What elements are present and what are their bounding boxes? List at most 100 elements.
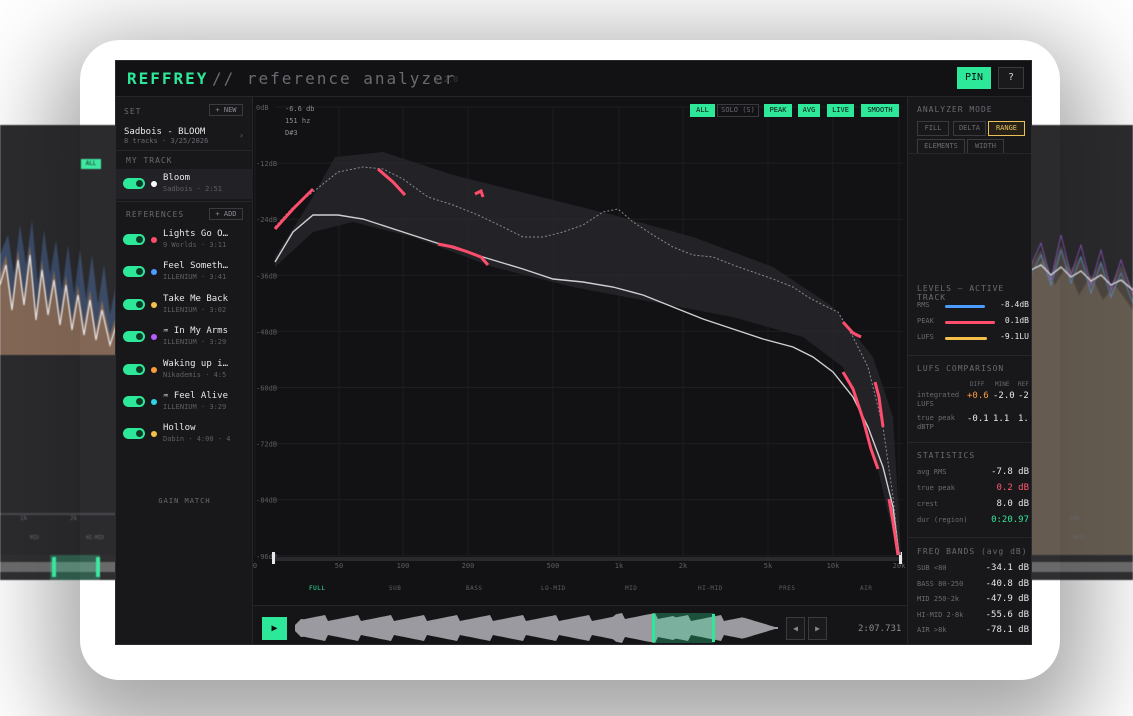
help-button[interactable]: ?: [998, 67, 1024, 89]
reference-track-row[interactable]: Lights Go O… 9 Worlds · 3:11: [116, 225, 253, 255]
stat-label: crest: [917, 500, 939, 508]
band-tab-sub[interactable]: SUB: [389, 585, 401, 592]
level-label: LUFS: [917, 333, 934, 341]
option-avg-button[interactable]: AVG: [798, 104, 820, 117]
mode-elements-button[interactable]: ELEMENTS: [917, 139, 965, 154]
freq-band-value: -78.1 dB: [985, 625, 1029, 635]
loop-end-handle: [712, 614, 715, 642]
main-window: REFFREY // reference analyzer 1.2.0 PIN …: [115, 60, 1032, 645]
lufs-row-label: true peak dBTP: [917, 414, 955, 431]
waveform-scrubber[interactable]: [295, 613, 780, 643]
reference-track-row[interactable]: ♒ Feel Alive ILLENIUM · 3:29: [116, 387, 253, 417]
track-toggle[interactable]: [123, 298, 145, 310]
x-tick-label: 1k: [615, 562, 624, 570]
cursor-db-readout: -6.6 db: [285, 105, 315, 113]
y-tick-label: -36dB: [256, 272, 277, 280]
band-tab-pres[interactable]: PRES: [779, 585, 795, 592]
background-window-left: ALL 1k 2k MID HI-MID: [0, 125, 118, 580]
track-name: ♒ In My Arms: [163, 326, 229, 337]
freq-band-value: -55.6 dB: [985, 609, 1029, 620]
reference-track-row[interactable]: Hollow Dabin · 4:00 · 4: [116, 419, 253, 449]
left-panel: SET + NEW Sadbois - BLOOM 8 tracks · 3/2…: [116, 97, 253, 644]
my-track-row[interactable]: Bloom Sadbois · 2:51: [116, 169, 253, 199]
track-toggle[interactable]: [123, 396, 145, 407]
option-peak-button[interactable]: PEAK: [764, 104, 792, 117]
set-name[interactable]: Sadbois - BLOOM: [124, 127, 205, 137]
band-tab-air[interactable]: AIR: [860, 585, 872, 592]
band-tab-hi-mid[interactable]: HI-MID: [698, 585, 723, 592]
background-spectrum-left: [0, 220, 118, 580]
set-label: SET: [124, 107, 142, 116]
x-tick-label: 5k: [764, 562, 773, 570]
y-tick-label: -60dB: [256, 385, 277, 393]
play-button[interactable]: ▶: [262, 617, 287, 640]
app-name: REFFREY: [127, 69, 209, 88]
band-tab-lo-mid[interactable]: LO-MID: [541, 585, 566, 592]
mode-width-button[interactable]: WIDTH: [967, 139, 1004, 154]
x-tick-label: 500: [547, 562, 560, 570]
x-tick-label: 50: [335, 562, 343, 570]
divider: [908, 442, 1031, 443]
app-subtitle: // reference analyzer: [212, 69, 457, 88]
track-name: ♒ Feel Alive: [163, 391, 229, 401]
my-track-label: MY TRACK: [126, 156, 173, 165]
track-toggle[interactable]: [123, 234, 145, 245]
lufs-head: DIFF: [970, 381, 985, 388]
freq-band-label: BASS 80-250: [917, 579, 964, 588]
band-tab-mid[interactable]: MID: [625, 585, 637, 592]
option-solo-s-button[interactable]: SOLO (S): [717, 104, 759, 117]
band-tab-full[interactable]: FULL: [309, 585, 325, 592]
loop-region: [652, 613, 714, 643]
divider: [116, 150, 253, 151]
band-tab-bass[interactable]: BASS: [466, 585, 482, 592]
next-button[interactable]: ▶: [808, 617, 827, 640]
reference-track-row[interactable]: Take Me Back ILLENIUM · 3:02: [116, 290, 253, 320]
reference-track-row[interactable]: Waking up i… Nikademis · 4:5: [116, 355, 253, 385]
option-live-button[interactable]: LIVE: [827, 104, 854, 117]
y-tick-label: 0dB: [256, 104, 269, 112]
track-color-dot: [151, 431, 157, 438]
stat-value: 0.2 dB: [996, 483, 1029, 493]
level-value: -8.4dB: [1000, 300, 1029, 309]
track-toggle[interactable]: [123, 266, 145, 278]
divider: [116, 201, 253, 202]
track-toggle[interactable]: [123, 428, 145, 440]
add-reference-button[interactable]: + ADD: [209, 208, 243, 220]
option-all-button[interactable]: ALL: [690, 104, 715, 117]
track-color-dot: [151, 237, 157, 243]
mode-delta-button[interactable]: DELTA: [953, 121, 986, 136]
level-bar: [945, 321, 995, 324]
reference-track-row[interactable]: ♒ In My Arms ILLENIUM · 3:29: [116, 322, 253, 352]
track-name: Lights Go O…: [163, 229, 229, 239]
prev-button[interactable]: ◀: [786, 617, 805, 640]
lufs-row-label: integrated LUFS: [917, 391, 960, 408]
spectrum-chart[interactable]: 0dB-12dB-24dB-36dB-48dB-60dB-72dB-84dB-9…: [253, 97, 907, 572]
track-color-dot: [151, 366, 157, 373]
freq-bands-label: FREQ BANDS (avg dB): [917, 547, 1028, 556]
pin-button[interactable]: PIN: [957, 67, 991, 89]
lufs-diff: -0.1: [967, 414, 989, 424]
track-toggle[interactable]: [123, 331, 145, 343]
analyzer-panel: 0dB -12dB -24dB -36dB -48dB -60dB -72dB -84dB -9…: [253, 97, 907, 644]
references-label: REFERENCES: [126, 210, 185, 219]
lufs-mine: 1.1: [993, 414, 1010, 424]
background-band-label: MID: [30, 535, 40, 541]
option-smooth-button[interactable]: SMOOTH: [861, 104, 899, 117]
new-set-button[interactable]: + NEW: [209, 104, 243, 116]
track-toggle[interactable]: [123, 178, 145, 189]
lufs-ref: 1.: [1018, 414, 1029, 424]
gain-match-button[interactable]: GAIN MATCH: [116, 497, 253, 505]
track-meta: ILLENIUM · 3:29: [163, 338, 227, 347]
chevron-right-icon[interactable]: ›: [239, 131, 244, 140]
background-axis-label: 1k: [20, 515, 28, 522]
title-bar: REFFREY // reference analyzer 1.2.0 PIN …: [116, 61, 1031, 97]
level-value: 0.1dB: [1004, 316, 1029, 325]
track-name: Waking up i…: [163, 358, 229, 369]
mode-range-button[interactable]: RANGE: [988, 121, 1025, 136]
track-toggle[interactable]: [123, 363, 145, 375]
mode-fill-button[interactable]: FILL: [917, 121, 949, 136]
y-tick-label: -12dB: [256, 160, 277, 168]
freq-band-label: HI-MID 2-8k: [917, 610, 964, 619]
divider: [908, 153, 1031, 154]
reference-track-row[interactable]: Feel Someth… ILLENIUM · 3:41: [116, 257, 253, 287]
